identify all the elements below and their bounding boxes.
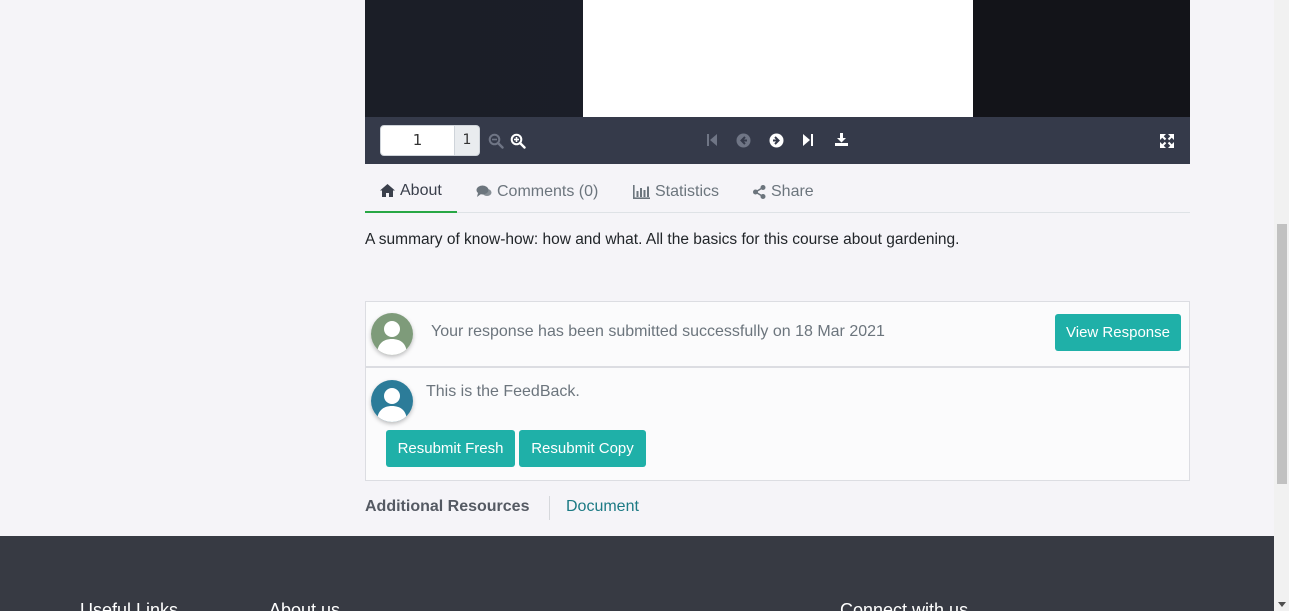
tab-statistics-label: Statistics [655, 182, 720, 200]
viewer-toolbar: 1 1 [365, 117, 1190, 164]
document-viewer: 1 1 [365, 0, 1190, 164]
content-tabs: About Comments (0) Statistics Share [365, 170, 1190, 213]
share-icon [753, 184, 766, 199]
comments-icon [476, 185, 492, 197]
zoom-in-icon[interactable] [508, 131, 528, 151]
tab-share[interactable]: Share [753, 170, 814, 213]
feedback-text: This is the FeedBack. [426, 383, 580, 400]
additional-resources-label: Additional Resources [365, 498, 530, 515]
site-footer: Useful Links About us Connect with us [0, 536, 1274, 611]
home-icon [380, 184, 395, 197]
page-total: 1 [455, 125, 480, 156]
page-scrollbar[interactable] [1274, 0, 1289, 611]
document-page [583, 0, 973, 117]
user-avatar [371, 313, 413, 355]
download-icon[interactable] [831, 129, 851, 149]
fullscreen-icon[interactable] [1157, 131, 1177, 151]
tab-about-label: About [400, 181, 442, 199]
viewer-background [973, 0, 1190, 117]
divider [549, 496, 550, 520]
feedback-card: This is the FeedBack. Resubmit Fresh Res… [365, 367, 1190, 481]
tab-statistics[interactable]: Statistics [633, 170, 719, 213]
tab-share-label: Share [771, 182, 814, 200]
submission-status-text: Your response has been submitted success… [431, 323, 885, 340]
tab-about[interactable]: About [365, 170, 457, 213]
zoom-out-icon[interactable] [486, 131, 506, 151]
page-number-input[interactable]: 1 [380, 125, 455, 156]
scroll-down-arrow-icon[interactable] [1277, 596, 1287, 607]
previous-page-icon[interactable] [733, 130, 753, 150]
viewer-canvas [365, 0, 1190, 117]
resubmit-fresh-button[interactable]: Resubmit Fresh [386, 430, 515, 467]
course-summary: A summary of know-how: how and what. All… [365, 231, 960, 248]
view-response-button[interactable]: View Response [1055, 314, 1181, 351]
resubmit-copy-button[interactable]: Resubmit Copy [519, 430, 646, 467]
footer-heading-connect: Connect with us [840, 600, 969, 611]
bar-chart-icon [633, 184, 650, 199]
first-page-icon[interactable] [702, 130, 722, 150]
tab-comments-label: Comments (0) [497, 182, 599, 200]
footer-heading-useful-links: Useful Links [80, 600, 179, 611]
tab-comments[interactable]: Comments (0) [476, 170, 598, 213]
footer-heading-about-us: About us [269, 600, 341, 611]
submission-status-card: Your response has been submitted success… [365, 301, 1190, 367]
last-page-icon[interactable] [798, 130, 818, 150]
reviewer-avatar [371, 380, 413, 422]
document-link[interactable]: Document [566, 498, 639, 516]
scrollbar-thumb[interactable] [1277, 224, 1287, 484]
next-page-icon[interactable] [766, 130, 786, 150]
